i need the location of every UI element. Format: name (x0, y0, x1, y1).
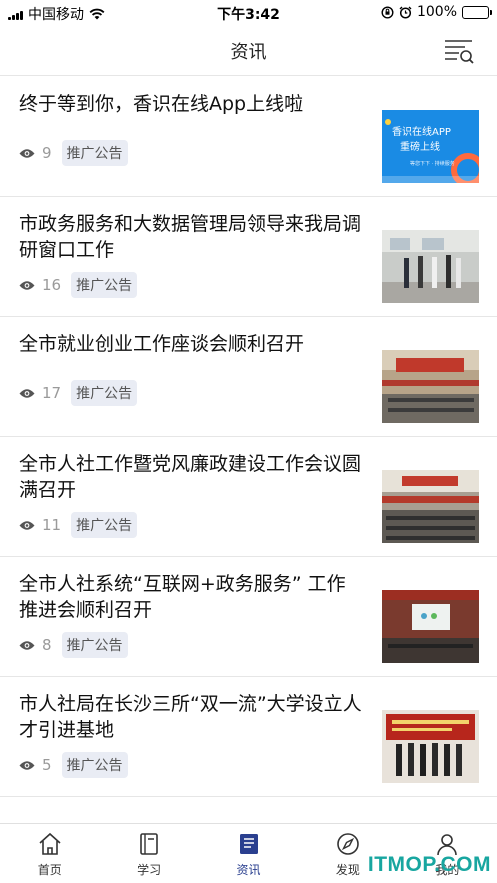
news-meta: 8 推广公告 (19, 632, 128, 658)
news-title: 全市就业创业工作座谈会顺利召开 (19, 333, 305, 355)
news-thumbnail (382, 470, 479, 543)
news-title: 市政务服务和大数据管理局领导来我局调研窗口工作 (19, 213, 362, 261)
eye-icon (19, 280, 35, 290)
tab-news[interactable]: 资讯 (199, 824, 298, 883)
view-count-value: 16 (42, 276, 62, 294)
news-item[interactable]: 终于等到你，香识在线App上线啦 9 推广公告 香识在线APP 重磅上线 等您下… (0, 77, 497, 197)
category-tag: 推广公告 (71, 272, 138, 298)
view-count-value: 9 (42, 144, 52, 162)
eye-icon (19, 760, 35, 770)
category-tag: 推广公告 (61, 140, 128, 166)
conference-photo (382, 470, 479, 543)
view-count-value: 11 (42, 516, 62, 534)
tab-label: 首页 (37, 863, 62, 877)
home-icon (39, 832, 61, 855)
watermark: ITMOP.COM (367, 853, 491, 876)
view-count: 9 (19, 144, 52, 162)
news-item[interactable]: 全市人社工作暨党风廉政建设工作会议圆满召开 11 推广公告 (0, 437, 497, 557)
promo-subtitle: 重磅上线 (400, 140, 440, 153)
category-tag: 推广公告 (71, 512, 138, 538)
tab-label: 学习 (137, 863, 162, 877)
eye-icon (19, 640, 35, 650)
news-meta: 17 推广公告 (19, 380, 138, 406)
news-thumbnail: 香识在线APP 重磅上线 等您下下 · 持续服务 (382, 110, 479, 183)
status-right: 100% (381, 4, 492, 20)
list-search-icon[interactable] (443, 37, 475, 65)
category-tag: 推广公告 (61, 752, 128, 778)
view-count-value: 17 (42, 384, 62, 402)
news-title: 终于等到你，香识在线App上线啦 (19, 93, 304, 115)
promo-image: 香识在线APP 重磅上线 等您下下 · 持续服务 (382, 110, 479, 183)
view-count-value: 8 (42, 636, 52, 654)
view-count-value: 5 (42, 756, 52, 774)
tab-label: 发现 (335, 863, 360, 877)
battery-percent: 100% (416, 4, 457, 20)
tab-study[interactable]: 学习 (99, 824, 198, 883)
eye-icon (19, 388, 35, 398)
battery-icon (462, 5, 492, 19)
bottom-tab-bar: 首页 学习 资讯 发现 我的 ITMOP.COM (0, 823, 497, 883)
news-title: 市人社局在长沙三所“双一流”大学设立人才引进基地 (19, 693, 362, 741)
eye-icon (19, 148, 35, 158)
compass-icon (337, 833, 359, 855)
view-count: 8 (19, 636, 52, 654)
presentation-photo (382, 590, 479, 663)
office-visit-photo (382, 230, 479, 303)
view-count: 5 (19, 756, 52, 774)
news-item[interactable]: 市政务服务和大数据管理局领导来我局调研窗口工作 16 推广公告 (0, 197, 497, 317)
category-tag: 推广公告 (61, 632, 128, 658)
tab-home[interactable]: 首页 (0, 824, 99, 883)
view-count: 17 (19, 384, 61, 402)
news-meta: 16 推广公告 (19, 272, 138, 298)
category-tag: 推广公告 (71, 380, 138, 406)
status-bar: 中国移动 下午3:42 100% (0, 0, 497, 26)
news-thumbnail (382, 350, 479, 423)
news-title: 全市人社工作暨党风廉政建设工作会议圆满召开 (19, 453, 362, 501)
view-count: 11 (19, 516, 61, 534)
news-meta: 5 推广公告 (19, 752, 128, 778)
ceremony-photo (382, 710, 479, 783)
orientation-lock-icon (381, 5, 394, 19)
tab-label: 资讯 (236, 863, 261, 877)
meeting-hall-photo (382, 350, 479, 423)
news-icon (239, 834, 258, 854)
nav-bar: 资讯 (0, 26, 497, 76)
promo-title: 香识在线APP (392, 125, 451, 138)
news-thumbnail (382, 590, 479, 663)
news-thumbnail (382, 230, 479, 303)
news-meta: 11 推广公告 (19, 512, 138, 538)
news-item[interactable]: 全市人社系统“互联网+政务服务” 工作推进会顺利召开 8 推广公告 (0, 557, 497, 677)
news-item[interactable]: 全市就业创业工作座谈会顺利召开 17 推广公告 (0, 317, 497, 437)
page-title: 资讯 (230, 42, 267, 63)
promo-caption: 等您下下 · 持续服务 (410, 160, 455, 167)
book-icon (140, 833, 158, 855)
news-feed: 终于等到你，香识在线App上线啦 9 推广公告 香识在线APP 重磅上线 等您下… (0, 77, 497, 797)
eye-icon (19, 520, 35, 530)
alarm-icon (399, 6, 412, 19)
news-thumbnail (382, 710, 479, 783)
news-item[interactable]: 市人社局在长沙三所“双一流”大学设立人才引进基地 5 推广公告 (0, 677, 497, 797)
news-meta: 9 推广公告 (19, 140, 128, 166)
news-title: 全市人社系统“互联网+政务服务” 工作推进会顺利召开 (19, 573, 346, 621)
view-count: 16 (19, 276, 61, 294)
